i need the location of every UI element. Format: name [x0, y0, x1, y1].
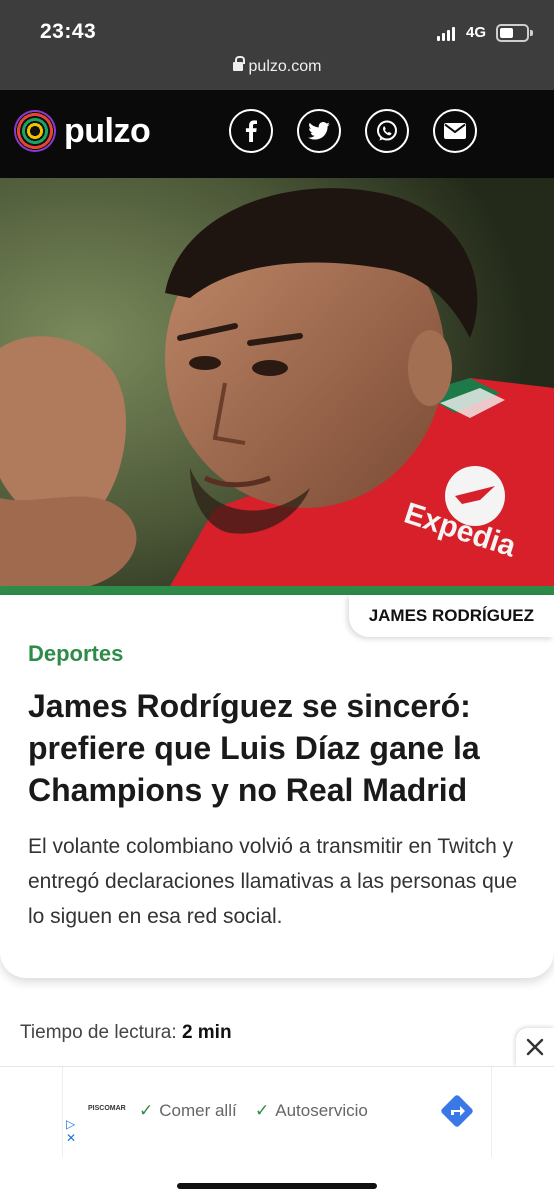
- network-type: 4G: [466, 24, 487, 41]
- ad-feature-1: ✓ Comer allí: [139, 1101, 237, 1121]
- ad-banner[interactable]: ▷ ✕ PISCOMAR ✓ Comer allí ✓ Autoservicio: [0, 1066, 554, 1200]
- directions-icon[interactable]: [439, 1093, 475, 1129]
- topic-tag[interactable]: JAMES RODRÍGUEZ: [348, 595, 554, 637]
- twitter-share-button[interactable]: [297, 109, 341, 153]
- browser-top-bar: 23:43 4G pulzo.com: [0, 0, 554, 90]
- ad-brand: PISCOMAR: [88, 1105, 126, 1112]
- twitter-icon: [308, 122, 330, 140]
- article-summary: El volante colombiano volvió a transmiti…: [28, 835, 518, 928]
- ad-close-button[interactable]: [516, 1028, 554, 1066]
- hero-image[interactable]: Expedia: [0, 178, 554, 586]
- article-card: JAMES RODRÍGUEZ Deportes James Rodríguez…: [0, 595, 554, 978]
- reading-time-value: 2 min: [181, 1022, 232, 1043]
- battery-icon: [496, 24, 533, 42]
- reading-time-label: Tiempo de lectura:: [20, 1022, 177, 1043]
- check-icon: ✓: [255, 1101, 270, 1120]
- email-icon: [444, 123, 466, 139]
- reading-time: Tiempo de lectura: 2 min: [20, 1022, 232, 1044]
- url-text: pulzo.com: [248, 58, 322, 75]
- ad-feature-2: ✓ Autoservicio: [255, 1101, 368, 1121]
- home-indicator[interactable]: [177, 1183, 377, 1189]
- check-icon: ✓: [139, 1101, 154, 1120]
- pulzo-logo[interactable]: pulzo: [14, 110, 151, 152]
- facebook-share-button[interactable]: [229, 109, 273, 153]
- logo-rings-icon: [14, 110, 56, 152]
- address-bar[interactable]: pulzo.com: [0, 56, 554, 76]
- whatsapp-icon: [377, 120, 397, 141]
- ad-feature-1-label: Comer allí: [159, 1101, 237, 1120]
- close-icon: [526, 1038, 544, 1056]
- email-share-button[interactable]: [433, 109, 477, 153]
- section-label[interactable]: Deportes: [28, 641, 123, 667]
- whatsapp-share-button[interactable]: [365, 109, 409, 153]
- facebook-icon: [245, 120, 257, 142]
- status-time: 23:43: [40, 20, 97, 43]
- signal-icon: [437, 27, 455, 41]
- site-header: pulzo: [0, 90, 554, 178]
- logo-text: pulzo: [64, 111, 151, 150]
- player-photo: Expedia: [0, 178, 554, 586]
- ad-feature-2-label: Autoservicio: [275, 1101, 368, 1120]
- lock-icon: [232, 56, 245, 71]
- article-headline: James Rodríguez se sinceró: prefiere que…: [28, 688, 480, 808]
- ad-content[interactable]: PISCOMAR ✓ Comer allí ✓ Autoservicio: [62, 1067, 492, 1157]
- hero-accent-bar: [0, 586, 554, 595]
